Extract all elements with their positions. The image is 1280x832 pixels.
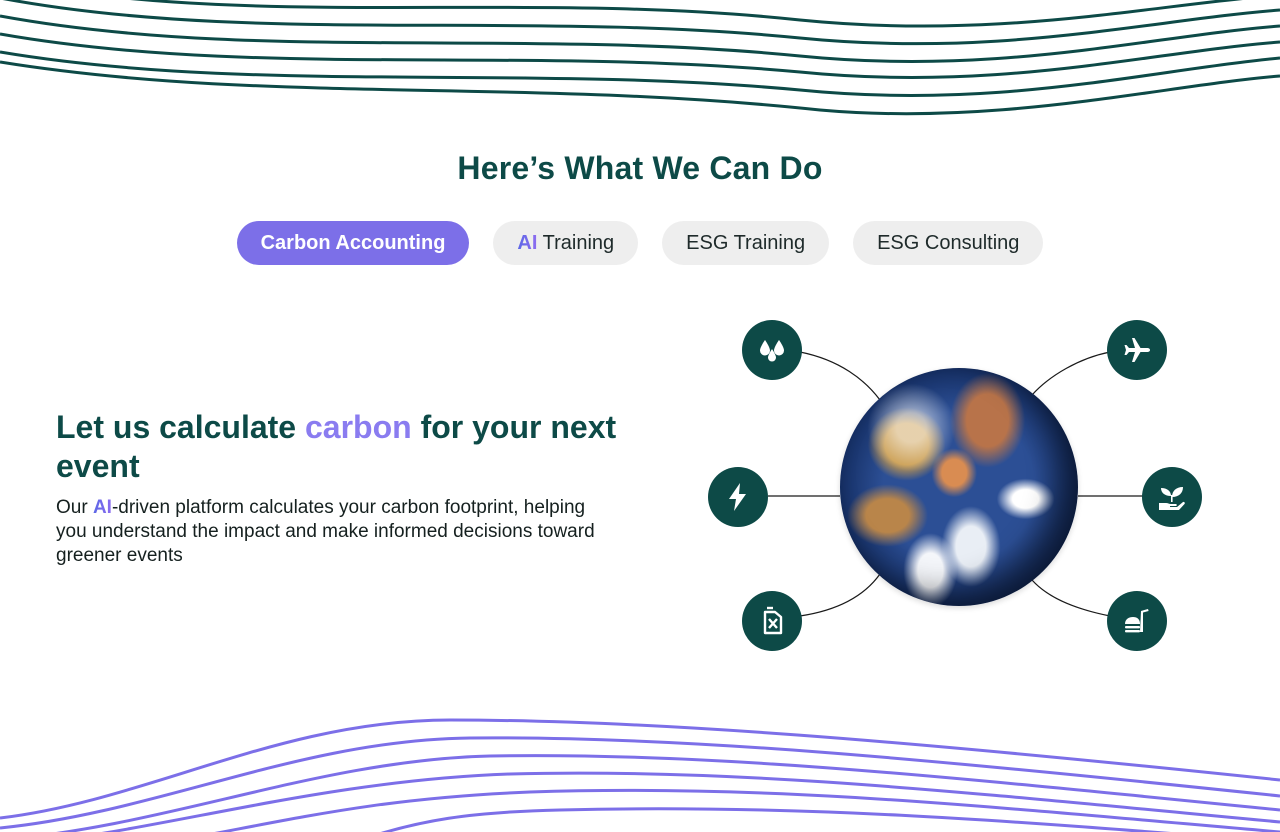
- hero-body-ai-accent: AI: [92, 497, 112, 518]
- lightning-bolt-icon: [708, 467, 768, 527]
- plant-in-hand-icon: [1142, 467, 1202, 527]
- hero-heading-accent: carbon: [304, 409, 412, 445]
- carbon-sources-diagram: [700, 310, 1220, 670]
- hero-description: Our AI-driven platform calculates your c…: [56, 496, 616, 568]
- tab-ai-training[interactable]: AI Training: [493, 221, 639, 265]
- ai-accent-text: AI: [517, 231, 538, 254]
- hero-heading-pre: Let us calculate: [56, 409, 305, 445]
- top-wave-decoration: [0, 0, 1280, 116]
- water-drops-icon: [742, 320, 802, 380]
- section-title: Here’s What We Can Do: [457, 150, 823, 186]
- tab-label: Carbon Accounting: [260, 231, 446, 254]
- tab-carbon-accounting[interactable]: Carbon Accounting: [236, 221, 470, 265]
- tab-label: ESG Training: [686, 231, 806, 254]
- hero-body-post: -driven platform calculates your carbon …: [56, 497, 595, 566]
- service-tabs: Carbon Accounting AI Training ESG Traini…: [0, 221, 1280, 265]
- tab-esg-consulting[interactable]: ESG Consulting: [853, 221, 1044, 265]
- tab-label: Training: [537, 231, 615, 254]
- airplane-icon: [1107, 320, 1167, 380]
- hero-heading: Let us calculate carbon for your next ev…: [56, 408, 656, 486]
- hero-body-pre: Our: [56, 497, 93, 518]
- fuel-canister-icon: [742, 591, 802, 651]
- earth-globe-image: [840, 368, 1078, 606]
- tab-label: ESG Consulting: [877, 231, 1020, 254]
- food-drink-icon: [1107, 591, 1167, 651]
- bottom-wave-decoration: [0, 718, 1280, 832]
- tab-esg-training[interactable]: ESG Training: [662, 221, 830, 265]
